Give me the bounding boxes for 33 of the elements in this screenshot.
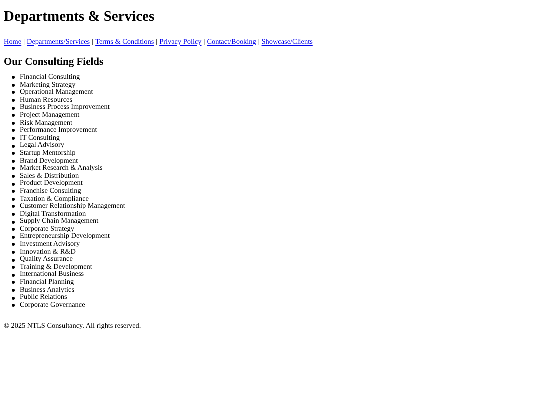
bullet-icon — [12, 106, 15, 110]
bullet-icon — [12, 266, 15, 270]
bullet-icon — [12, 304, 15, 308]
bullet-icon — [12, 190, 15, 194]
bullet-icon — [12, 205, 15, 208]
page-title: Departments & Services — [4, 9, 155, 26]
bullet-icon — [12, 91, 15, 94]
bullet-icon — [12, 160, 15, 163]
bullet-icon — [12, 258, 15, 262]
bullet-icon — [12, 236, 15, 239]
bullet-icon — [12, 288, 15, 292]
bullet-icon — [12, 99, 15, 102]
bullet-icon — [12, 182, 15, 186]
bullet-icon — [12, 274, 15, 277]
bullet-icon — [12, 281, 15, 284]
bullet-icon — [12, 76, 15, 80]
bullet-icon — [12, 198, 15, 201]
bullet-icon — [12, 250, 15, 254]
bullet-icon — [12, 144, 15, 148]
bullet-icon — [12, 167, 15, 170]
bullet-icon — [12, 296, 15, 300]
bullet-icon — [12, 84, 15, 87]
bullet-icon — [12, 220, 15, 224]
bullet-icon — [12, 243, 15, 246]
bullet-icon — [12, 114, 15, 118]
bullet-icon — [12, 228, 15, 232]
bullet-icon — [12, 129, 15, 132]
bullet-icon — [12, 175, 15, 178]
bullet-icon — [12, 152, 15, 156]
bullet-icon — [12, 212, 15, 216]
bullet-icon — [12, 122, 15, 125]
section-heading: Our Consulting Fields — [4, 57, 104, 68]
bullet-icon — [12, 137, 15, 140]
